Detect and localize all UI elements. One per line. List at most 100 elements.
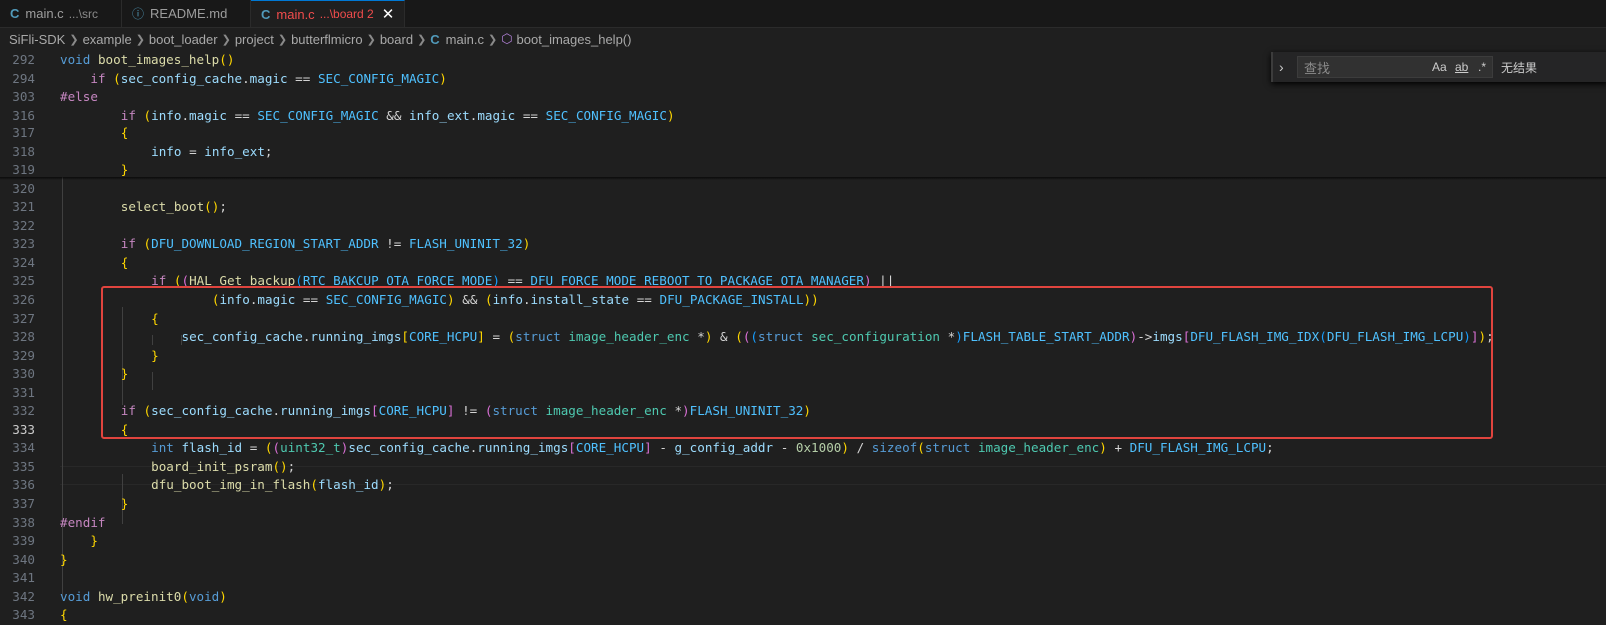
code-editor[interactable]: 317 {318 info = info_ext; 319 } 320 321 sel…: [0, 50, 1606, 625]
line-text: #else: [60, 89, 98, 104]
method-cube-icon: ⬡: [501, 31, 513, 46]
breadcrumb-item[interactable]: boot_loader: [149, 32, 218, 47]
tab-bar: C main.c ...\src ⓘ README.md C main.c ..…: [0, 0, 1606, 28]
line-number[interactable]: 323: [0, 234, 35, 253]
code-line: 321 select_boot();: [0, 197, 1606, 216]
highlight-box: [101, 286, 1493, 439]
line-text: }: [60, 551, 68, 567]
line-number[interactable]: 325: [0, 271, 35, 290]
line-number[interactable]: 331: [0, 383, 35, 402]
chevron-right-icon: ❯: [221, 33, 231, 46]
line-number[interactable]: 320: [0, 179, 35, 198]
line-text: if (info.magic == SEC_CONFIG_MAGIC && in…: [120, 107, 675, 123]
tab-label: main.c: [276, 6, 315, 22]
match-case-icon[interactable]: Aa: [1432, 60, 1447, 74]
breadcrumb-item[interactable]: project: [235, 32, 274, 47]
chevron-right-icon: ❯: [69, 33, 79, 46]
code-line: 339 }: [0, 531, 1606, 550]
find-placeholder: 查找: [1304, 60, 1331, 76]
line-number[interactable]: 336: [0, 475, 35, 494]
line-number[interactable]: 338: [0, 513, 35, 532]
code-line: 317 {: [0, 123, 1606, 142]
code-line: 337 }: [0, 494, 1606, 513]
line-number[interactable]: 303: [0, 87, 35, 106]
find-input[interactable]: 查找 Aa ab .*: [1297, 56, 1493, 78]
line-number[interactable]: 321: [0, 197, 35, 216]
regex-icon[interactable]: .*: [1478, 60, 1486, 74]
sticky-scroll-shadow: [0, 177, 1606, 180]
find-widget: › 查找 Aa ab .* 无结果: [1271, 52, 1606, 82]
line-number[interactable]: 318: [0, 142, 35, 161]
line-text: #endif: [60, 514, 106, 530]
line-number[interactable]: 324: [0, 253, 35, 272]
breadcrumb-symbol[interactable]: boot_images_help(): [517, 32, 632, 47]
line-text: board_init_psram();: [151, 458, 296, 474]
code-line: 340}: [0, 550, 1606, 569]
tab-main-c-board[interactable]: C main.c ...\board 2 ✕: [251, 0, 405, 27]
breadcrumb-item[interactable]: butterflmicro: [291, 32, 363, 47]
line-number[interactable]: 340: [0, 550, 35, 569]
breadcrumb: SiFli-SDK ❯ example ❯ boot_loader ❯ project…: [0, 28, 1606, 50]
line-number[interactable]: 292: [0, 50, 35, 69]
chevron-right-icon: ❯: [366, 33, 376, 46]
sticky-code-line: 316 if (info.magic == SEC_CONFIG_MAGIC &…: [0, 105, 1606, 125]
line-text: }: [120, 496, 129, 511]
breadcrumb-item[interactable]: board: [380, 32, 413, 47]
code-line: 320: [0, 179, 1606, 198]
tab-readme[interactable]: ⓘ README.md: [122, 0, 251, 27]
line-number[interactable]: 294: [0, 69, 35, 88]
line-text: }: [90, 533, 98, 549]
line-text: info = info_ext;: [151, 143, 273, 159]
chevron-right-icon: ❯: [417, 33, 427, 46]
chevron-right-icon: ❯: [135, 33, 145, 46]
code-line: 343 {: [0, 605, 1606, 624]
c-file-icon: C: [10, 6, 20, 21]
line-number[interactable]: 317: [0, 123, 35, 142]
line-number[interactable]: 332: [0, 401, 35, 420]
line-text: if (sec_config_cache.magic == SEC_CONFIG…: [90, 70, 447, 86]
line-number[interactable]: 322: [0, 216, 35, 235]
line-number[interactable]: 339: [0, 531, 35, 550]
tab-label: main.c: [25, 6, 64, 21]
line-number[interactable]: 328: [0, 327, 35, 346]
breadcrumb-file[interactable]: main.c: [446, 32, 484, 47]
c-file-icon: C: [261, 6, 271, 22]
tab-label: README.md: [150, 6, 228, 21]
line-text: dfu_boot_img_in_flash(flash_id);: [151, 477, 394, 493]
line-text: {: [120, 125, 129, 140]
tab-main-c-src[interactable]: C main.c ...\src: [0, 0, 122, 27]
close-icon[interactable]: ✕: [382, 5, 395, 23]
breadcrumb-item[interactable]: SiFli-SDK: [9, 32, 65, 47]
chevron-right-icon: ❯: [487, 33, 498, 46]
breadcrumb-item[interactable]: example: [83, 32, 132, 47]
line-number[interactable]: 343: [0, 605, 35, 624]
code-line: 334 int flash_id = ((uint32_t)sec_config…: [0, 438, 1606, 457]
line-text: select_boot();: [120, 199, 227, 215]
line-number[interactable]: 334: [0, 438, 35, 457]
line-number[interactable]: 335: [0, 457, 35, 476]
code-line: 341: [0, 568, 1606, 587]
code-line: 336 dfu_boot_img_in_flash(flash_id);: [0, 475, 1606, 494]
line-text: {: [60, 607, 68, 623]
line-number[interactable]: 329: [0, 346, 35, 365]
line-number[interactable]: 327: [0, 309, 35, 328]
line-text: int flash_id = ((uint32_t)sec_config_cac…: [151, 440, 1274, 456]
code-line: 323 if (DFU_DOWNLOAD_REGION_START_ADDR !…: [0, 234, 1606, 253]
tab-description: ...\src: [68, 6, 99, 21]
toggle-replace-chevron-icon[interactable]: ›: [1279, 59, 1291, 75]
line-number[interactable]: 316: [0, 106, 35, 125]
line-number[interactable]: 333: [0, 420, 35, 439]
code-line: 342 void hw_preinit0(void): [0, 587, 1606, 606]
line-text: {: [120, 254, 129, 270]
line-number[interactable]: 330: [0, 364, 35, 383]
line-text: void hw_preinit0(void): [60, 588, 227, 604]
code-line: 322: [0, 216, 1606, 235]
code-line: 318 info = info_ext;: [0, 142, 1606, 161]
tab-description: ...\board 2: [319, 7, 374, 21]
find-result-count: 无结果: [1501, 60, 1538, 75]
line-number[interactable]: 342: [0, 587, 35, 606]
line-number[interactable]: 341: [0, 568, 35, 587]
whole-word-icon[interactable]: ab: [1455, 60, 1468, 74]
line-number[interactable]: 337: [0, 494, 35, 513]
line-number[interactable]: 326: [0, 290, 35, 309]
